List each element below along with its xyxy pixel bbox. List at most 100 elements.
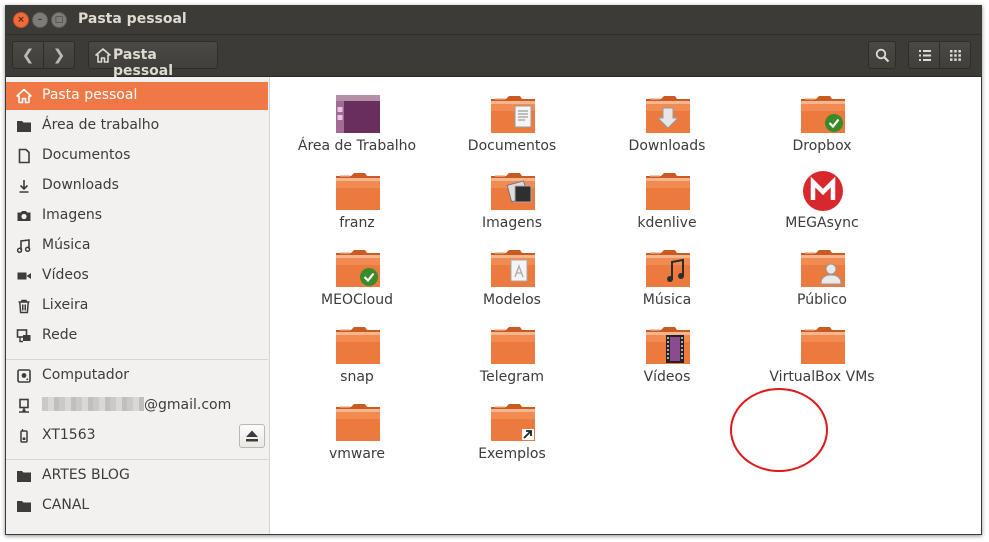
title-bar: × – □ Pasta pessoal xyxy=(6,6,981,35)
folder-dropbox-icon xyxy=(799,93,847,135)
file-name: Área de Trabalho xyxy=(297,138,417,154)
trash-icon xyxy=(18,299,30,314)
camera-icon xyxy=(17,211,31,221)
network-drive-icon xyxy=(19,398,29,413)
desktop-icon xyxy=(334,93,382,135)
harddisk-icon xyxy=(17,369,31,383)
file-name: kdenlive xyxy=(637,215,697,231)
highlight-circle xyxy=(730,388,828,472)
close-window-button[interactable]: × xyxy=(13,12,29,28)
file-item-imagens[interactable]: Imagens xyxy=(437,158,587,234)
sidebar: Pasta pessoal Área de trabalho Documento… xyxy=(6,77,270,534)
file-item-modelos[interactable]: Modelos xyxy=(437,235,587,311)
minimize-window-button[interactable]: – xyxy=(32,12,48,28)
search-button[interactable] xyxy=(868,41,896,69)
eject-icon xyxy=(246,430,258,442)
list-view-icon xyxy=(919,50,931,61)
sidebar-item-home[interactable]: Pasta pessoal xyxy=(6,82,268,110)
toolbar: ❮ ❯ Pasta pessoal xyxy=(6,35,981,79)
file-item-documentos[interactable]: Documentos xyxy=(437,81,587,157)
file-item-dropbox[interactable]: Dropbox xyxy=(747,81,897,157)
file-grid: Área de Trabalho Documentos Downloads Dropb… xyxy=(270,77,981,534)
file-name: Telegram xyxy=(479,369,545,385)
folder-documents-icon xyxy=(489,93,537,135)
file-name: Exemplos xyxy=(478,446,546,462)
file-item-franz[interactable]: franz xyxy=(282,158,432,234)
list-view-button[interactable] xyxy=(908,41,940,69)
sidebar-item-videos[interactable]: Vídeos xyxy=(6,262,268,290)
file-item-kdenlive[interactable]: kdenlive xyxy=(592,158,742,234)
file-item-megasync[interactable]: MEGAsync xyxy=(747,158,897,234)
file-name: MEGAsync xyxy=(785,215,859,231)
file-name: VirtualBox VMs xyxy=(769,369,875,385)
music-icon xyxy=(16,239,31,254)
file-name: Documentos xyxy=(467,138,557,154)
file-item-público[interactable]: Público xyxy=(747,235,897,311)
grid-view-icon xyxy=(950,50,961,61)
eject-button[interactable] xyxy=(239,424,265,448)
location-home-button[interactable]: Pasta pessoal xyxy=(88,41,218,79)
file-item-meocloud[interactable]: MEOCloud xyxy=(282,235,432,311)
grid-view-button[interactable] xyxy=(939,41,971,69)
sidebar-item-label: Vídeos xyxy=(42,267,89,283)
file-name: Downloads xyxy=(628,138,706,154)
sidebar-item-downloads[interactable]: Downloads xyxy=(6,172,268,200)
sidebar-item-computer[interactable]: Computador xyxy=(6,362,268,390)
sidebar-item-desktop[interactable]: Área de trabalho xyxy=(6,112,268,140)
folder-icon xyxy=(17,501,31,512)
sidebar-item-pictures[interactable]: Imagens xyxy=(6,202,268,230)
maximize-window-button[interactable]: □ xyxy=(51,12,67,28)
folder-link-icon xyxy=(489,401,537,443)
document-icon xyxy=(18,148,30,164)
redacted-text xyxy=(42,397,144,411)
sidebar-item-trash[interactable]: Lixeira xyxy=(6,292,268,320)
sidebar-item-label: Downloads xyxy=(42,177,119,193)
sidebar-item-label: Pasta pessoal xyxy=(42,87,138,103)
file-name: Música xyxy=(642,292,692,308)
chevron-left-icon: ❮ xyxy=(21,46,35,64)
home-icon xyxy=(95,48,111,63)
folder-videos-icon xyxy=(644,324,692,366)
sidebar-item-music[interactable]: Música xyxy=(6,232,268,260)
sidebar-item-label: Documentos xyxy=(42,147,131,163)
sidebar-item-artes-blog[interactable]: ARTES BLOG xyxy=(6,462,268,490)
folder-sync-icon xyxy=(334,247,382,289)
home-icon xyxy=(16,88,32,104)
folder-icon xyxy=(17,471,31,482)
file-item-exemplos[interactable]: Exemplos xyxy=(437,389,587,465)
sidebar-item-gmail-drive[interactable]: @gmail.com xyxy=(6,392,268,420)
file-item-telegram[interactable]: Telegram xyxy=(437,312,587,388)
file-item-virtualbox-vms[interactable]: VirtualBox VMs xyxy=(747,312,897,388)
back-button[interactable]: ❮ xyxy=(12,41,44,69)
file-name: Dropbox xyxy=(792,138,852,154)
file-item-downloads[interactable]: Downloads xyxy=(592,81,742,157)
file-name: Público xyxy=(797,292,847,308)
file-name: vmware xyxy=(328,446,385,462)
file-name: MEOCloud xyxy=(321,292,393,308)
sidebar-item-phone[interactable]: XT1563 xyxy=(6,422,268,450)
folder-templates-icon xyxy=(489,247,537,289)
file-item-área-de-trabalho[interactable]: Área de Trabalho xyxy=(282,81,432,157)
sidebar-item-network[interactable]: Rede xyxy=(6,322,268,350)
file-item-vmware[interactable]: vmware xyxy=(282,389,432,465)
file-name: Vídeos xyxy=(643,369,691,385)
file-item-snap[interactable]: snap xyxy=(282,312,432,388)
file-name: Imagens xyxy=(481,215,542,231)
sidebar-item-label: Lixeira xyxy=(42,297,89,313)
forward-button[interactable]: ❯ xyxy=(43,41,75,69)
folder-icon xyxy=(334,170,382,212)
window-title: Pasta pessoal xyxy=(78,11,187,27)
folder-download-icon xyxy=(644,93,692,135)
file-item-vídeos[interactable]: Vídeos xyxy=(592,312,742,388)
sidebar-item-label: XT1563 xyxy=(42,427,96,443)
folder-icon xyxy=(644,170,692,212)
sidebar-item-canal[interactable]: CANAL xyxy=(6,492,268,520)
file-item-música[interactable]: Música xyxy=(592,235,742,311)
chevron-right-icon: ❯ xyxy=(52,46,66,64)
file-manager-window: × – □ Pasta pessoal ❮ ❯ Pasta pessoal Pa… xyxy=(5,5,982,535)
folder-icon xyxy=(489,324,537,366)
sidebar-item-label: @gmail.com xyxy=(144,397,232,413)
sidebar-item-documents[interactable]: Documentos xyxy=(6,142,268,170)
network-icon xyxy=(16,329,31,343)
sidebar-item-label: Música xyxy=(42,237,91,253)
